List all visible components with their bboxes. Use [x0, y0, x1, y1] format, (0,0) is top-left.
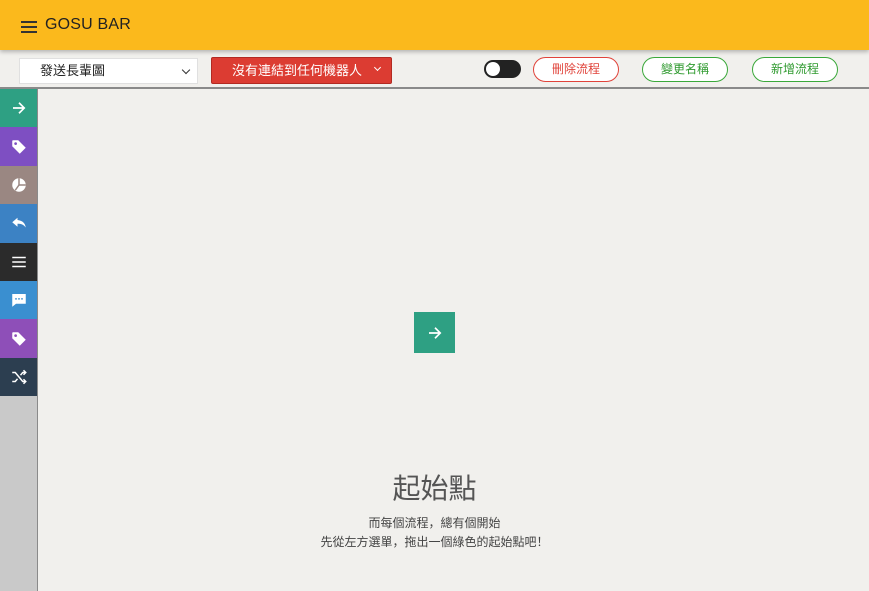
sidebar-item-menu[interactable]	[0, 242, 37, 281]
sidebar-item-tag-2[interactable]	[0, 319, 37, 358]
bot-select[interactable]: 沒有連結到任何機器人	[211, 57, 392, 84]
arrow-right-icon	[12, 102, 25, 115]
tag-icon	[11, 139, 26, 154]
flow-select-value: 發送長輩圖	[40, 63, 106, 78]
rename-flow-button[interactable]: 變更名稱	[642, 57, 728, 82]
bot-select-value: 沒有連結到任何機器人	[232, 63, 363, 78]
toggle-knob	[486, 62, 500, 76]
app-title: GOSU BAR	[45, 16, 132, 33]
pie-chart-icon	[11, 178, 26, 192]
chevron-down-icon	[373, 63, 382, 72]
chat-bubble-icon	[11, 294, 26, 307]
tag-icon	[11, 331, 26, 346]
chevron-down-icon	[181, 65, 191, 75]
reply-icon	[11, 218, 26, 228]
sidebar-item-random[interactable]	[0, 357, 37, 397]
start-node-preview	[414, 312, 455, 353]
hamburger-menu-icon[interactable]	[21, 21, 37, 33]
sidebar-item-message[interactable]	[0, 280, 37, 320]
sidebar-item-chart[interactable]	[0, 165, 37, 205]
shuffle-icon	[11, 369, 27, 385]
hint-line-1: 而每個流程，總有個開始	[368, 516, 501, 530]
delete-flow-button[interactable]: 刪除流程	[533, 57, 619, 82]
app-bar: GOSU BAR	[0, 0, 869, 50]
flow-select[interactable]: 發送長輩圖	[19, 58, 198, 84]
sidebar-item-tag[interactable]	[0, 127, 37, 166]
flow-toggle[interactable]	[484, 60, 521, 78]
sidebar-item-start[interactable]	[0, 89, 37, 128]
start-point-title: 起始點	[392, 472, 477, 505]
menu-lines-icon	[11, 256, 26, 267]
add-flow-button[interactable]: 新增流程	[752, 57, 838, 82]
flow-toolbar: 發送長輩圖 沒有連結到任何機器人 刪除流程 變更名稱 新增流程	[0, 50, 869, 89]
sidebar-item-reply[interactable]	[0, 204, 37, 243]
arrow-right-icon	[428, 326, 441, 339]
hint-line-2: 先從左方選單，拖出一個綠色的起始點吧！	[320, 535, 549, 549]
